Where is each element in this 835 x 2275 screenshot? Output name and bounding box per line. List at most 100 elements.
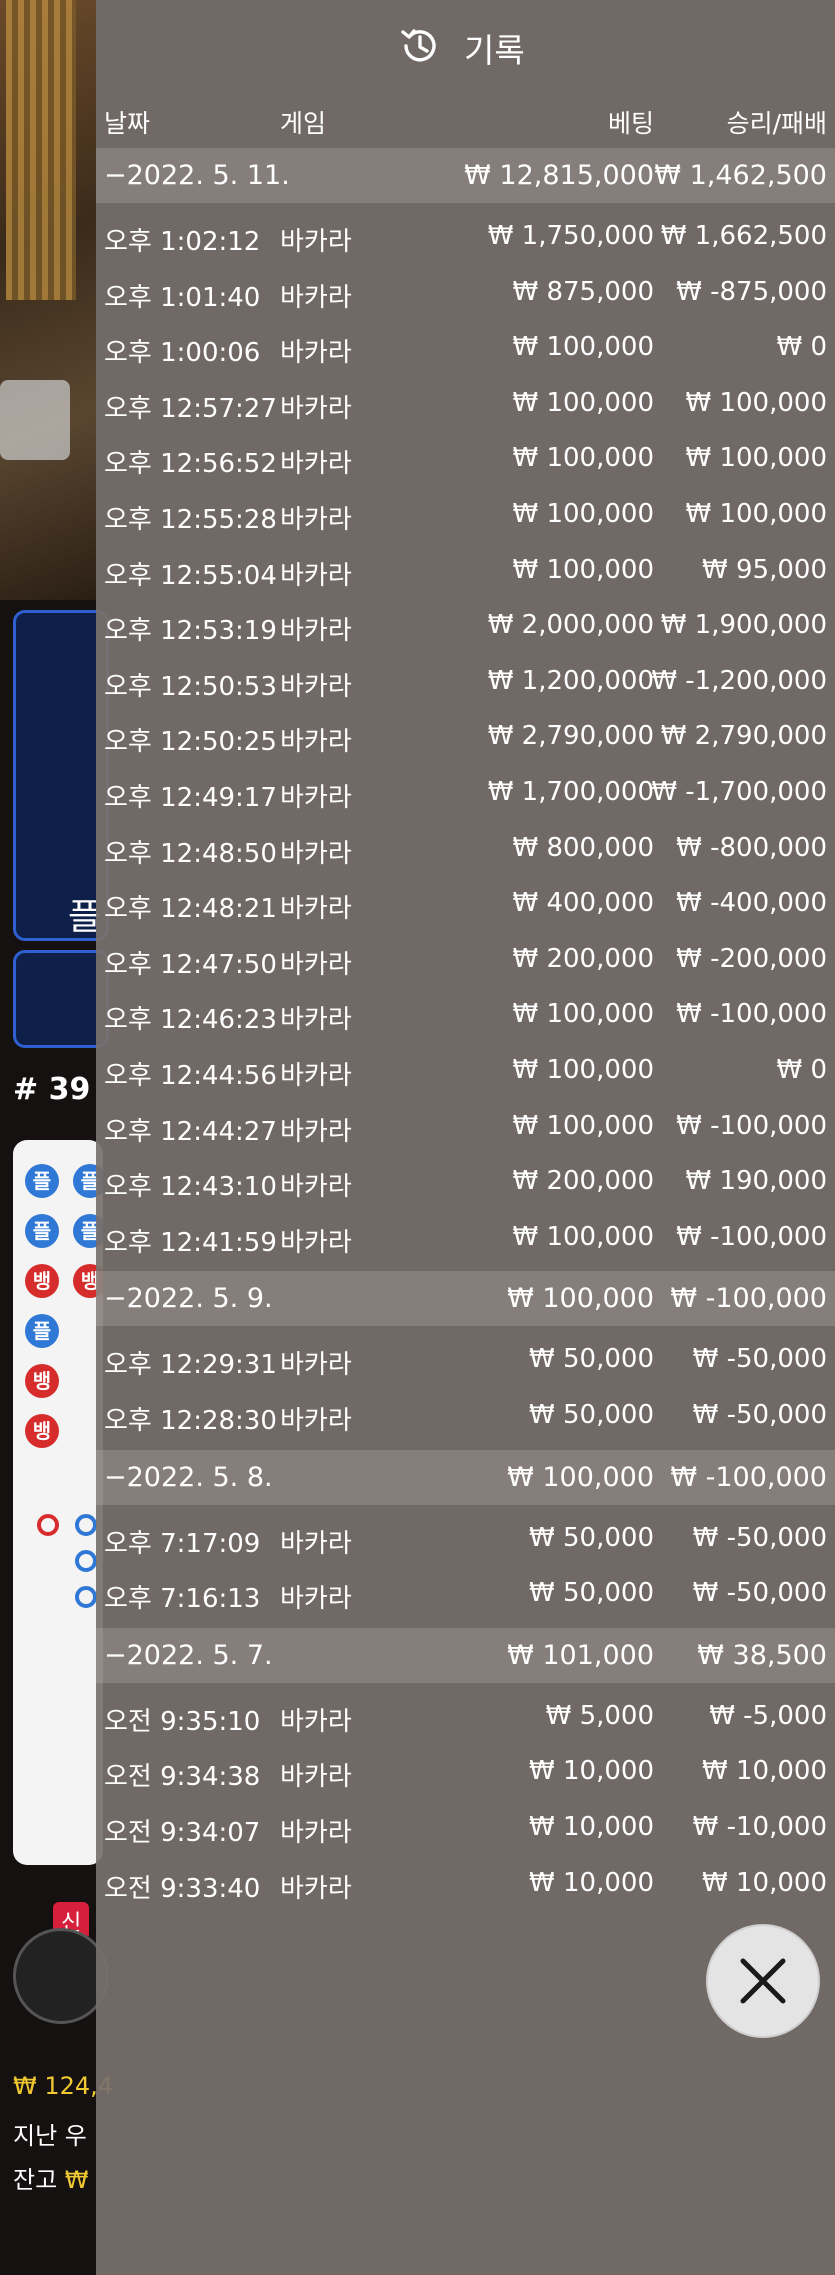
row-result: ₩ 100,000 xyxy=(685,387,828,418)
row-game: 바카라 xyxy=(280,227,352,257)
summary-result: ₩ -100,000 xyxy=(670,1461,827,1493)
close-icon xyxy=(740,1958,786,2004)
row-bet: ₩ 2,000,000 xyxy=(487,610,654,641)
row-game: 바카라 xyxy=(280,1762,352,1793)
row-result: ₩ -5,000 xyxy=(709,1700,827,1731)
row-time: 오후 12:56:52 xyxy=(104,449,277,480)
history-row[interactable]: 오후 7:16:13 바카라 ₩ 50,000 ₩ -50,000 xyxy=(96,1568,835,1623)
history-row[interactable]: 오전 9:35:10 바카라 ₩ 5,000 ₩ -5,000 xyxy=(96,1691,835,1746)
row-bet: ₩ 100,000 xyxy=(512,1221,655,1252)
row-game: 바카라 xyxy=(280,560,352,591)
history-row[interactable]: 오후 12:46:23 바카라 ₩ 100,000 ₩ -100,000 xyxy=(96,989,835,1044)
history-row[interactable]: 오후 12:50:25 바카라 ₩ 2,790,000 ₩ 2,790,000 xyxy=(96,711,835,766)
date-summary-row: −2022. 5. 8. ₩ 100,000 ₩ -100,000 xyxy=(96,1449,835,1505)
row-bet: ₩ 10,000 xyxy=(529,1867,654,1898)
row-game: 바카라 xyxy=(280,1227,352,1258)
player-bet-area[interactable]: 플 xyxy=(13,610,109,941)
row-game: 바카라 xyxy=(280,449,352,480)
row-result: ₩ -50,000 xyxy=(692,1522,827,1553)
row-game: 바카라 xyxy=(280,1061,352,1091)
history-row[interactable]: 오후 12:50:53 바카라 ₩ 1,200,000 ₩ -1,200,000 xyxy=(96,656,835,711)
history-row[interactable]: 오후 12:48:21 바카라 ₩ 400,000 ₩ -400,000 xyxy=(96,878,835,933)
row-result: ₩ -50,000 xyxy=(692,1400,827,1430)
row-bet: ₩ 100,000 xyxy=(512,443,655,474)
history-row[interactable]: 오후 7:17:09 바카라 ₩ 50,000 ₩ -50,000 xyxy=(96,1513,835,1568)
summary-date: −2022. 5. 9. xyxy=(104,1283,273,1315)
summary-result: ₩ -100,000 xyxy=(670,1283,827,1315)
row-time: 오후 1:00:06 xyxy=(104,338,261,369)
row-time: 오후 12:48:50 xyxy=(104,838,277,869)
history-row[interactable]: 오후 1:01:40 바카라 ₩ 875,000 ₩ -875,000 xyxy=(96,267,835,322)
row-game: 바카라 xyxy=(280,1005,352,1036)
row-result: ₩ 95,000 xyxy=(702,554,827,585)
date-summary-row: −2022. 5. 9. ₩ 100,000 ₩ -100,000 xyxy=(96,1271,835,1327)
row-time: 오후 12:49:17 xyxy=(104,783,277,813)
row-time: 오후 7:17:09 xyxy=(104,1528,261,1559)
road-player-bead: 플 xyxy=(25,1164,59,1198)
row-result: ₩ 0 xyxy=(776,1055,827,1085)
history-row[interactable]: 오후 12:44:56 바카라 ₩ 100,000 ₩ 0 xyxy=(96,1045,835,1100)
history-row[interactable]: 오후 12:29:31 바카라 ₩ 50,000 ₩ -50,000 xyxy=(96,1334,835,1389)
summary-result: ₩ 38,500 xyxy=(697,1639,827,1671)
history-row[interactable]: 오전 9:33:40 바카라 ₩ 10,000 ₩ 10,000 xyxy=(96,1858,835,1913)
row-time: 오후 12:41:59 xyxy=(104,1227,277,1258)
row-bet: ₩ 50,000 xyxy=(529,1344,654,1375)
date-summary-row: −2022. 5. 11. ₩ 12,815,000 ₩ 1,462,500 xyxy=(96,148,835,203)
road-banker-bead: 뱅 xyxy=(25,1264,59,1298)
close-button[interactable] xyxy=(706,1924,820,2038)
row-bet: ₩ 10,000 xyxy=(529,1812,654,1842)
row-time: 오후 12:43:10 xyxy=(104,1172,277,1203)
history-row[interactable]: 오후 1:02:12 바카라 ₩ 1,750,000 ₩ 1,662,500 xyxy=(96,211,835,266)
row-game: 바카라 xyxy=(280,1116,352,1147)
history-row[interactable]: 오후 12:44:27 바카라 ₩ 100,000 ₩ -100,000 xyxy=(96,1101,835,1156)
history-row[interactable]: 오후 12:57:27 바카라 ₩ 100,000 ₩ 100,000 xyxy=(96,378,835,433)
row-result: ₩ 10,000 xyxy=(702,1867,827,1898)
history-row[interactable]: 오후 12:47:50 바카라 ₩ 200,000 ₩ -200,000 xyxy=(96,934,835,989)
history-row[interactable]: 오후 1:00:06 바카라 ₩ 100,000 ₩ 0 xyxy=(96,322,835,377)
history-row[interactable]: 오후 12:48:50 바카라 ₩ 800,000 ₩ -800,000 xyxy=(96,823,835,878)
row-result: ₩ -1,200,000 xyxy=(651,665,827,696)
road-player-bead: 플 xyxy=(25,1214,59,1248)
column-header-bet: 베팅 xyxy=(607,109,654,138)
date-summary-row: −2022. 5. 7. ₩ 101,000 ₩ 38,500 xyxy=(96,1627,835,1683)
history-row[interactable]: 오전 9:34:07 바카라 ₩ 10,000 ₩ -10,000 xyxy=(96,1802,835,1857)
row-result: ₩ -50,000 xyxy=(692,1578,827,1609)
summary-date: −2022. 5. 7. xyxy=(104,1639,273,1671)
history-row[interactable]: 오후 12:55:04 바카라 ₩ 100,000 ₩ 95,000 xyxy=(96,545,835,600)
history-row[interactable]: 오후 12:28:30 바카라 ₩ 50,000 ₩ -50,000 xyxy=(96,1390,835,1445)
row-game: 바카라 xyxy=(280,282,352,313)
row-game: 바카라 xyxy=(280,393,352,424)
row-bet: ₩ 100,000 xyxy=(512,999,655,1030)
row-bet: ₩ 5,000 xyxy=(545,1700,654,1731)
column-header-result: 승리/패배 xyxy=(726,109,827,138)
row-result: ₩ 2,790,000 xyxy=(660,721,827,752)
column-header-game: 게임 xyxy=(280,109,327,138)
row-result: ₩ 190,000 xyxy=(685,1166,828,1197)
history-row[interactable]: 오후 12:49:17 바카라 ₩ 1,700,000 ₩ -1,700,000 xyxy=(96,767,835,822)
row-time: 오전 9:34:38 xyxy=(104,1762,261,1793)
bead-road: 플 플 뱅 플 뱅 뱅 플 플 뱅 xyxy=(13,1140,103,1865)
row-game: 바카라 xyxy=(280,616,352,647)
row-time: 오후 12:55:04 xyxy=(104,560,277,591)
side-bet-area[interactable] xyxy=(13,950,109,1048)
row-time: 오후 12:57:27 xyxy=(104,393,277,424)
history-row[interactable]: 오전 9:34:38 바카라 ₩ 10,000 ₩ 10,000 xyxy=(96,1746,835,1801)
history-row[interactable]: 오후 12:53:19 바카라 ₩ 2,000,000 ₩ 1,900,000 xyxy=(96,600,835,655)
history-row[interactable]: 오후 12:41:59 바카라 ₩ 100,000 ₩ -100,000 xyxy=(96,1212,835,1267)
history-row[interactable]: 오후 12:43:10 바카라 ₩ 200,000 ₩ 190,000 xyxy=(96,1156,835,1211)
row-bet: ₩ 100,000 xyxy=(512,332,655,363)
row-result: ₩ -875,000 xyxy=(676,276,827,307)
row-time: 오전 9:34:07 xyxy=(104,1818,261,1848)
round-number: # 39 xyxy=(13,1072,91,1107)
history-row[interactable]: 오후 12:55:28 바카라 ₩ 100,000 ₩ 100,000 xyxy=(96,489,835,544)
row-bet: ₩ 400,000 xyxy=(512,888,655,919)
card-shoe xyxy=(0,380,70,460)
chip-selector-button[interactable] xyxy=(13,1928,109,2024)
row-bet: ₩ 100,000 xyxy=(512,387,655,418)
summary-date: −2022. 5. 11. xyxy=(104,160,290,191)
row-result: ₩ -50,000 xyxy=(692,1344,827,1375)
history-row[interactable]: 오후 12:56:52 바카라 ₩ 100,000 ₩ 100,000 xyxy=(96,433,835,488)
row-bet: ₩ 100,000 xyxy=(512,1055,655,1085)
row-bet: ₩ 1,200,000 xyxy=(487,665,654,696)
row-result: ₩ -100,000 xyxy=(676,1110,827,1141)
